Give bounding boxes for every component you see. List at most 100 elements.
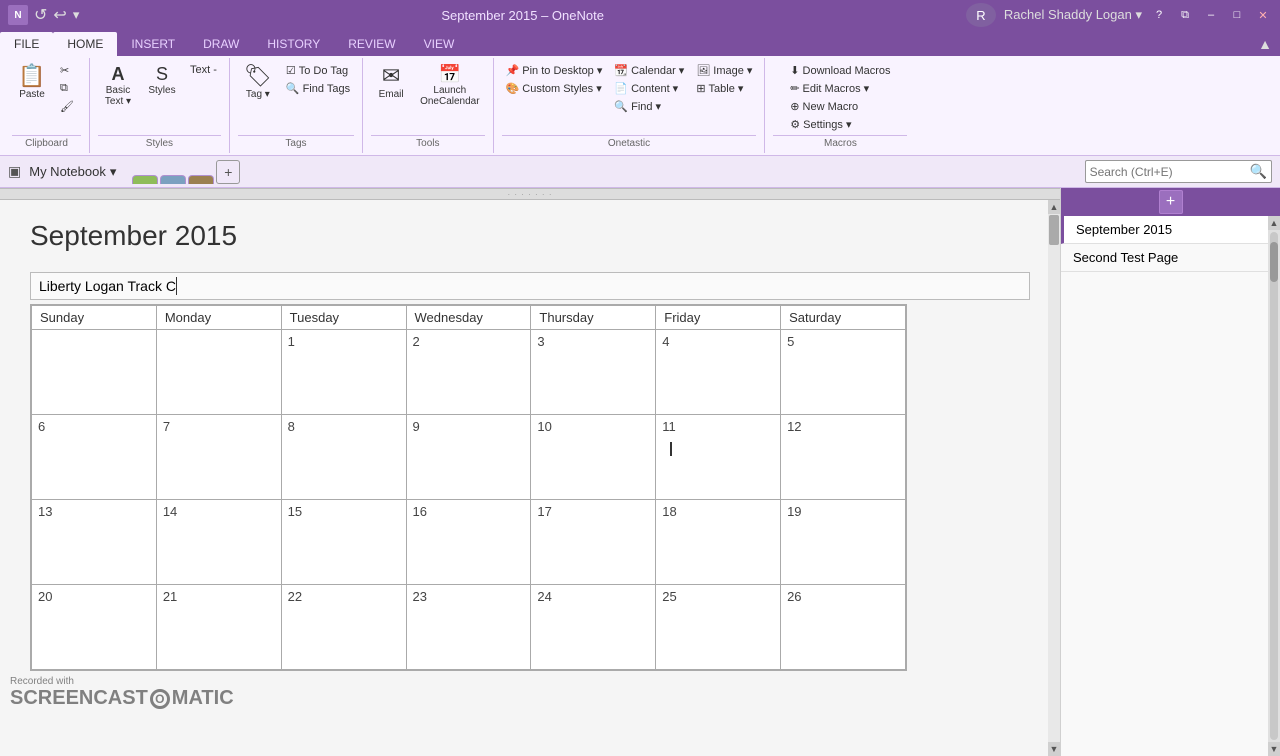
note-title-bar[interactable]: Liberty Logan Track C — [30, 272, 1030, 300]
calendar-day-cell[interactable]: 4 — [656, 330, 781, 415]
page-tab-1[interactable] — [132, 175, 158, 184]
calendar-day-cell[interactable]: 3 — [531, 330, 656, 415]
calendar-day-cell[interactable]: 17 — [531, 500, 656, 585]
calendar-day-cell[interactable]: 13 — [32, 500, 157, 585]
calendar-day-cell[interactable]: 18 — [656, 500, 781, 585]
format-painter-icon: 🖌 — [60, 100, 74, 113]
tab-history[interactable]: HISTORY — [253, 32, 334, 56]
calendar-day-cell[interactable]: 10 — [531, 415, 656, 500]
sidebar-page-september[interactable]: September 2015 — [1061, 216, 1268, 244]
calendar-day-cell[interactable]: 21 — [156, 585, 281, 670]
search-box[interactable]: 🔍 — [1085, 160, 1272, 183]
sidebar-page-second-test[interactable]: Second Test Page — [1061, 244, 1268, 272]
calendar-day-cell[interactable]: 26 — [781, 585, 906, 670]
launch-onecalendar-button[interactable]: 📅 LaunchOneCalendar — [415, 62, 484, 110]
sidebar-scroll-down[interactable]: ▼ — [1268, 742, 1280, 756]
maximize-button[interactable]: □ — [1228, 8, 1246, 22]
calendar-day-cell[interactable]: 20 — [32, 585, 157, 670]
custom-styles-button[interactable]: 🎨 Custom Styles ▾ — [502, 80, 607, 97]
find-tags-button[interactable]: 🔍 Find Tags — [282, 80, 354, 97]
edit-macros-button[interactable]: ✏ Edit Macros ▾ — [786, 80, 894, 97]
calendar-day-cell[interactable]: 9 — [406, 415, 531, 500]
page-tab-2[interactable] — [160, 175, 186, 184]
close-button[interactable]: ✕ — [1254, 8, 1272, 22]
copy-button[interactable]: ⧉ — [56, 80, 81, 97]
new-macro-icon: ⊕ — [790, 100, 799, 113]
calendar-day-cell[interactable]: 24 — [531, 585, 656, 670]
calendar-day-cell[interactable]: 8 — [281, 415, 406, 500]
image-button[interactable]: 🖼 Image ▾ — [692, 62, 756, 79]
scroll-down-arrow[interactable]: ▼ — [1048, 742, 1060, 756]
tab-review[interactable]: REVIEW — [334, 32, 409, 56]
sidebar-add-button[interactable]: + — [1159, 190, 1183, 214]
user-avatar[interactable]: R — [966, 3, 996, 27]
calendar-day-cell[interactable]: 2 — [406, 330, 531, 415]
calendar-day-cell[interactable]: 23 — [406, 585, 531, 670]
table-button[interactable]: ⊞ Table ▾ — [692, 80, 756, 97]
text-button[interactable]: Text - — [186, 62, 221, 78]
image-icon: 🖼 — [696, 64, 710, 77]
content-scrollbar[interactable]: ▲ ▼ — [1048, 200, 1060, 756]
search-icon[interactable]: 🔍 — [1250, 163, 1267, 180]
sidebar-scroll-thumb[interactable] — [1270, 242, 1278, 282]
onetastic-label: Onetastic — [502, 135, 757, 149]
tab-insert[interactable]: INSERT — [117, 32, 189, 56]
tab-draw[interactable]: DRAW — [189, 32, 253, 56]
calendar-day-cell[interactable]: 25 — [656, 585, 781, 670]
calendar-day-cell[interactable]: 6 — [32, 415, 157, 500]
scroll-track — [1048, 246, 1060, 742]
calendar-day-cell[interactable]: 15 — [281, 500, 406, 585]
new-macro-button[interactable]: ⊕ New Macro — [786, 98, 894, 115]
notebook-name[interactable]: My Notebook ▾ — [21, 160, 124, 184]
ribbon-group-styles: A BasicText ▾ S Styles Text - Styles — [90, 58, 230, 153]
tab-file[interactable]: FILE — [0, 32, 53, 56]
find-button[interactable]: 🔍 Find ▾ — [610, 98, 688, 115]
restore-window-button[interactable]: ⧉ — [1176, 8, 1194, 22]
clipboard-label: Clipboard — [12, 135, 81, 149]
help-button[interactable]: ? — [1150, 8, 1168, 22]
resize-handle[interactable]: · · · · · · · — [0, 188, 1060, 200]
download-macros-button[interactable]: ⬇ Download Macros — [786, 62, 894, 79]
add-tab-button[interactable]: + — [216, 160, 240, 184]
tags-label: Tags — [238, 135, 354, 149]
calendar-day-cell[interactable] — [156, 330, 281, 415]
undo-btn[interactable]: ↩ — [53, 5, 66, 25]
sidebar-scrollbar[interactable]: ▲ ▼ — [1268, 216, 1280, 756]
calendar-day-cell[interactable]: 19 — [781, 500, 906, 585]
calendar-button[interactable]: 📆 Calendar ▾ — [610, 62, 688, 79]
settings-button[interactable]: ⚙ Settings ▾ — [786, 116, 894, 133]
scroll-thumb[interactable] — [1049, 215, 1059, 245]
page-tab-3[interactable] — [188, 175, 214, 184]
calendar-day-cell[interactable]: 5 — [781, 330, 906, 415]
scroll-up-arrow[interactable]: ▲ — [1048, 200, 1060, 214]
format-painter-button[interactable]: 🖌 — [56, 98, 81, 115]
tab-view[interactable]: VIEW — [410, 32, 469, 56]
search-input[interactable] — [1090, 165, 1250, 179]
minimize-button[interactable]: – — [1202, 8, 1220, 22]
calendar-day-cell[interactable]: 22 — [281, 585, 406, 670]
page-title: September 2015 — [30, 220, 1030, 252]
paste-button[interactable]: 📋 Paste — [12, 62, 52, 103]
email-button[interactable]: ✉ Email — [371, 62, 411, 103]
ribbon-collapse-btn[interactable]: ▲ — [1258, 32, 1280, 56]
calendar-day-cell[interactable]: 7 — [156, 415, 281, 500]
todo-tag-button[interactable]: ☑ To Do Tag — [282, 62, 354, 79]
calendar-header-row: Sunday Monday Tuesday Wednesday Thursday… — [32, 306, 906, 330]
resize-dots: · · · · · · · — [508, 190, 553, 199]
calendar-day-cell[interactable]: 12 — [781, 415, 906, 500]
calendar-day-cell[interactable]: 1 — [281, 330, 406, 415]
basic-text-button[interactable]: A BasicText ▾ — [98, 62, 138, 110]
pin-to-desktop-button[interactable]: 📌 Pin to Desktop ▾ — [502, 62, 607, 79]
tag-button[interactable]: 🏷 Tag ▾ — [238, 62, 278, 103]
calendar-day-cell[interactable] — [32, 330, 157, 415]
sidebar-scroll-up[interactable]: ▲ — [1268, 216, 1280, 230]
calendar-day-cell[interactable]: 16 — [406, 500, 531, 585]
styles-button[interactable]: S Styles — [142, 62, 182, 99]
watermark-text: Recorded with — [10, 676, 234, 687]
content-button[interactable]: 📄 Content ▾ — [610, 80, 688, 97]
calendar-day-cell[interactable]: 14 — [156, 500, 281, 585]
back-btn[interactable]: ↺ — [34, 5, 47, 25]
calendar-day-cell[interactable]: 11 — [656, 415, 781, 500]
tab-home[interactable]: HOME — [53, 32, 117, 56]
cut-button[interactable]: ✂ — [56, 62, 81, 79]
